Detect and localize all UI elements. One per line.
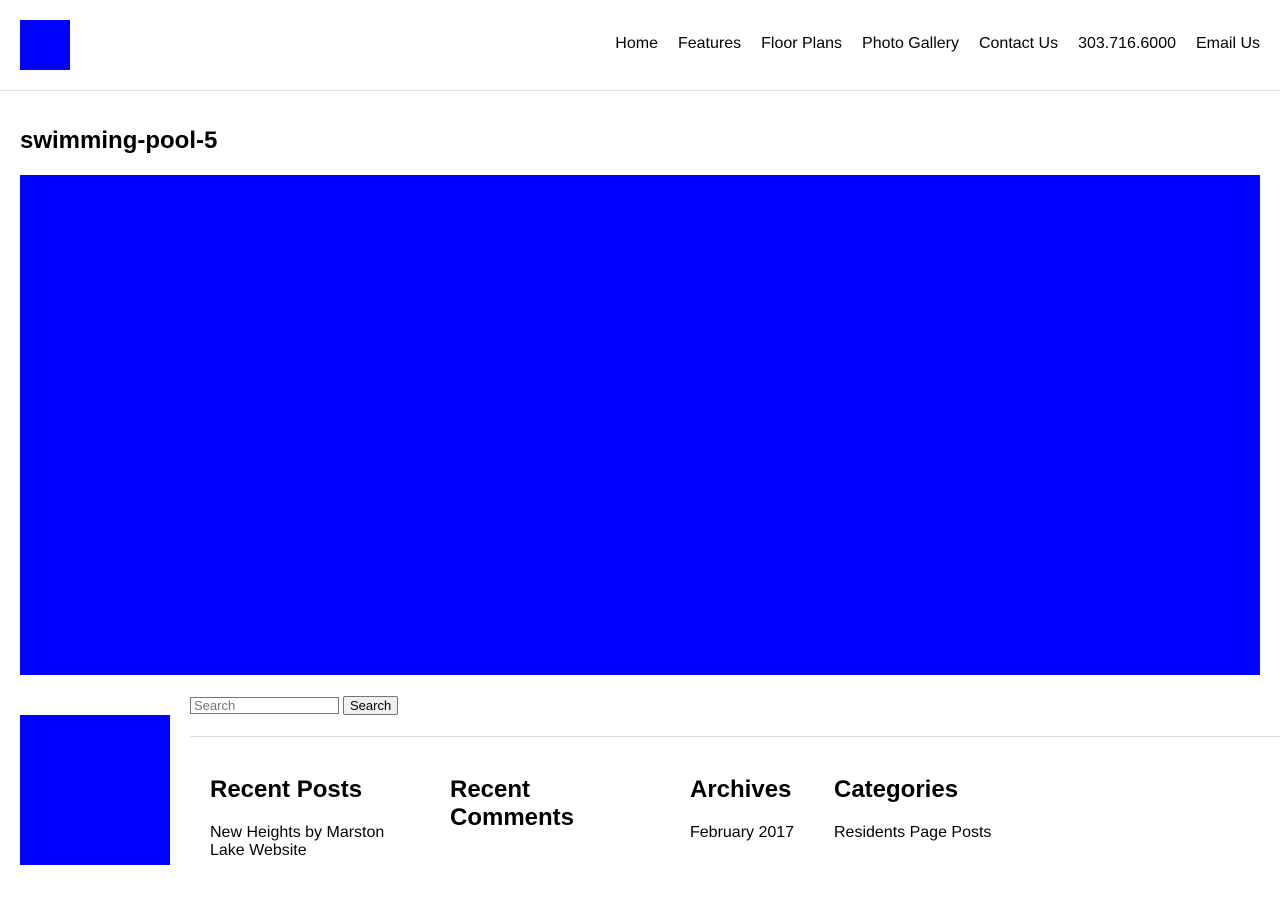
- nav-features-link[interactable]: Features: [678, 34, 741, 54]
- nav-phone-link[interactable]: 303.716.6000: [1078, 34, 1176, 54]
- footer-logo[interactable]: [20, 715, 170, 865]
- recent-comments-heading: Recent Comments: [450, 776, 575, 831]
- nav-floor-plans-link[interactable]: Floor Plans: [761, 34, 842, 54]
- nav-contact-us-link[interactable]: Contact Us: [979, 34, 1058, 54]
- archives-widget: Archives February 2017: [690, 776, 810, 842]
- nav-email-us-link[interactable]: Email Us: [1196, 34, 1260, 54]
- list-item: February 2017: [690, 824, 810, 842]
- categories-heading: Categories: [834, 776, 959, 803]
- nav-home-link[interactable]: Home: [615, 34, 658, 54]
- recent-posts-list: New Heights by Marston Lake Website: [210, 824, 410, 860]
- main-nav: Home Features Floor Plans Photo Gallery …: [615, 34, 1260, 54]
- archive-link[interactable]: February 2017: [690, 824, 794, 841]
- nav-photo-gallery-link[interactable]: Photo Gallery: [862, 34, 959, 54]
- list-item: New Heights by Marston Lake Website: [210, 824, 410, 860]
- categories-widget: Categories Residents Page Posts: [834, 776, 1034, 842]
- site-logo[interactable]: [20, 20, 70, 70]
- search-form: Search: [190, 696, 399, 715]
- recent-comments-widget: Recent Comments: [450, 776, 650, 832]
- categories-list: Residents Page Posts: [834, 824, 1034, 842]
- site-header: Home Features Floor Plans Photo Gallery …: [0, 0, 1280, 91]
- attachment-image: [20, 175, 1260, 675]
- recent-posts-heading: Recent Posts: [210, 776, 363, 803]
- search-button[interactable]: Search: [343, 696, 399, 715]
- search-input[interactable]: [190, 697, 339, 714]
- recent-post-link[interactable]: New Heights by Marston Lake Website: [210, 824, 384, 859]
- page-title: swimming-pool-5: [20, 127, 218, 154]
- footer-divider: [190, 736, 1280, 737]
- recent-posts-widget: Recent Posts New Heights by Marston Lake…: [210, 776, 410, 860]
- list-item: Residents Page Posts: [834, 824, 1034, 842]
- archives-heading: Archives: [690, 776, 792, 803]
- category-link[interactable]: Residents Page Posts: [834, 824, 991, 841]
- archives-list: February 2017: [690, 824, 810, 842]
